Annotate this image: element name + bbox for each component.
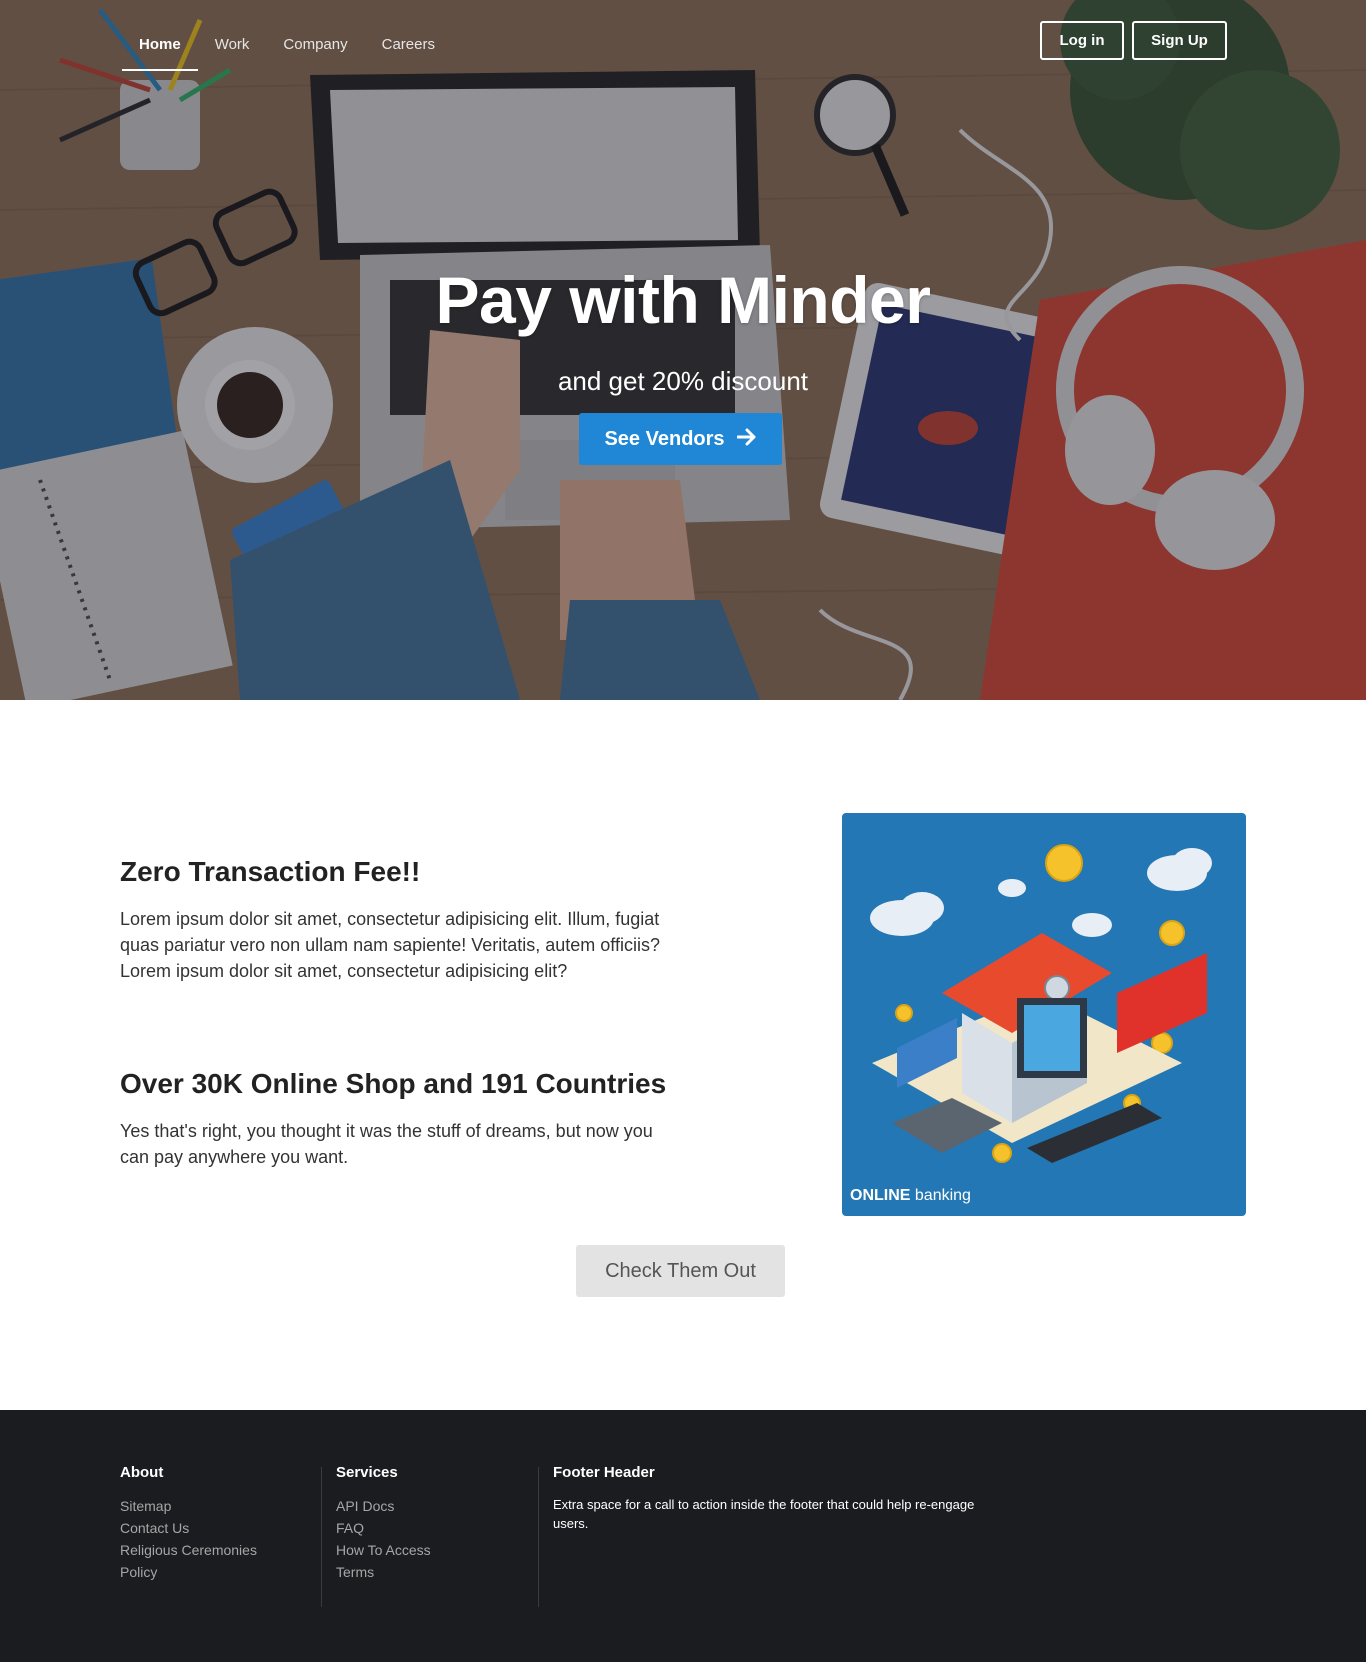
hero-title: Pay with Minder [435,263,931,337]
signup-button[interactable]: Sign Up [1132,21,1227,60]
footer-extra-text: Extra space for a call to action inside … [553,1497,975,1531]
footer-link-policy[interactable]: Policy [120,1561,257,1583]
footer-heading-about: About [120,1464,164,1481]
see-vendors-button[interactable]: See Vendors [579,413,782,465]
bank-illustration-graphic [870,844,1212,1163]
arrow-right-icon [736,428,757,450]
caption-rest: banking [910,1187,971,1204]
feature-text-zero-fee: Lorem ipsum dolor sit amet, consectetur … [120,909,660,981]
feature-text-online-shops: Yes that's right, you thought it was the… [120,1121,653,1167]
caption-strong: ONLINE [850,1187,911,1204]
footer-heading-extra: Footer Header [553,1464,655,1481]
footer-link-contact-us[interactable]: Contact Us [120,1517,257,1539]
feature-title-online-shops: Over 30K Online Shop and 191 Countries [120,1068,667,1099]
nav-item-careers[interactable]: Careers [365,28,452,71]
footer-link-faq[interactable]: FAQ [336,1517,431,1539]
main-nav: Home Work Company Careers [122,28,452,71]
feature-title-zero-fee: Zero Transaction Fee!! [120,856,421,887]
nav-item-company[interactable]: Company [266,28,364,71]
footer-divider [321,1467,322,1607]
footer-link-api-docs[interactable]: API Docs [336,1495,431,1517]
illustration-caption: ONLINE banking [850,1187,971,1205]
footer-link-sitemap[interactable]: Sitemap [120,1495,257,1517]
footer-column-services: Services API Docs FAQ How To Access Term… [336,1464,431,1583]
auth-buttons: Log in Sign Up [1040,21,1227,60]
footer-link-how-to-access[interactable]: How To Access [336,1539,431,1561]
footer-link-terms[interactable]: Terms [336,1561,431,1583]
hero-section: Home Work Company Careers Log in Sign Up… [0,0,1366,700]
footer-column-about: About Sitemap Contact Us Religious Cerem… [120,1464,257,1583]
login-button[interactable]: Log in [1040,21,1124,60]
footer-heading-services: Services [336,1464,398,1481]
hero-subtitle: and get 20% discount [557,366,809,396]
footer-column-extra: Footer Header Extra space for a call to … [553,1464,1013,1533]
hero-overlay [0,0,1366,700]
footer-divider [538,1467,539,1607]
footer-link-religious-ceremonies[interactable]: Religious Ceremonies [120,1539,257,1561]
nav-item-work[interactable]: Work [198,28,267,71]
see-vendors-label: See Vendors [604,427,725,450]
check-them-out-button[interactable]: Check Them Out [576,1245,785,1297]
nav-item-home[interactable]: Home [122,28,198,71]
footer: About Sitemap Contact Us Religious Cerem… [0,1410,1366,1662]
online-banking-illustration: ONLINE banking [842,813,1246,1216]
